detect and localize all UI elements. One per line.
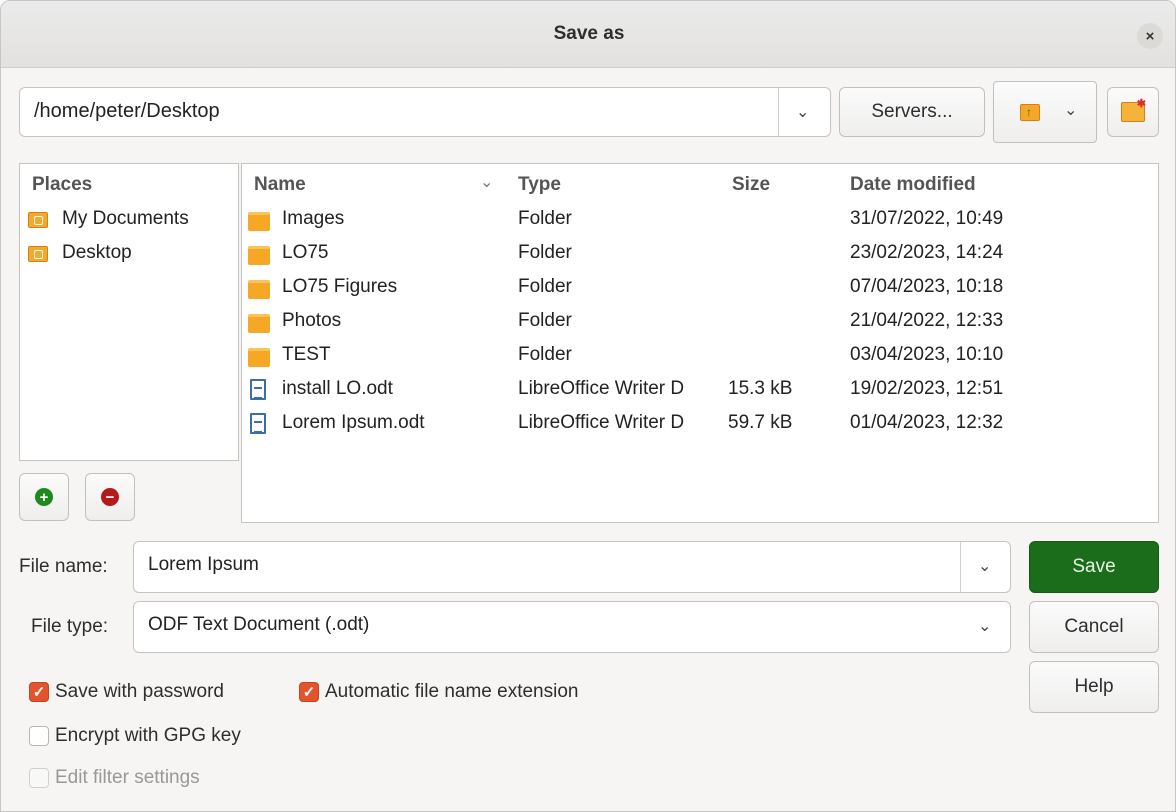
- folder-icon: [248, 280, 270, 299]
- folder-icon: [248, 348, 270, 367]
- checkbox-label: Edit filter settings: [55, 767, 200, 788]
- add-icon: +: [35, 488, 53, 506]
- checkbox-box: [29, 768, 49, 788]
- encrypt-gpg-checkbox[interactable]: Encrypt with GPG key: [29, 725, 241, 747]
- file-row[interactable]: TEST Folder 03/04/2023, 10:10: [242, 338, 1158, 372]
- chevron-down-icon[interactable]: ⌄: [796, 102, 809, 122]
- folder-up-dropdown[interactable]: ↑ ⌄: [993, 81, 1097, 143]
- save-button[interactable]: Save: [1029, 541, 1159, 593]
- chevron-down-icon[interactable]: ⌄: [978, 556, 991, 576]
- file-type: Folder: [518, 310, 572, 331]
- file-type: Folder: [518, 276, 572, 297]
- file-name-label: File name:: [19, 556, 108, 577]
- save-as-dialog: Save as × /home/peter/Desktop ⌄ Servers.…: [0, 0, 1176, 812]
- file-name: Images: [282, 208, 345, 229]
- file-row[interactable]: install LO.odt LibreOffice Writer D 15.3…: [242, 372, 1158, 406]
- file-type-value: ODF Text Document (.odt): [148, 614, 370, 635]
- file-row[interactable]: LO75 Figures Folder 07/04/2023, 10:18: [242, 270, 1158, 304]
- file-type-select[interactable]: ODF Text Document (.odt) ⌄: [133, 601, 1011, 653]
- file-size: 59.7 kB: [728, 412, 793, 433]
- new-folder-icon: ✱: [1121, 98, 1146, 122]
- file-row[interactable]: Photos Folder 21/04/2022, 12:33: [242, 304, 1158, 338]
- column-header-name[interactable]: Name: [254, 174, 306, 196]
- file-row[interactable]: Images Folder 31/07/2022, 10:49: [242, 202, 1158, 236]
- document-icon: [250, 413, 266, 434]
- place-item[interactable]: Desktop: [20, 236, 238, 270]
- checkbox-label: Encrypt with GPG key: [55, 725, 241, 746]
- file-size: 15.3 kB: [728, 378, 793, 399]
- file-date: 23/02/2023, 14:24: [850, 242, 1004, 263]
- document-icon: [250, 379, 266, 400]
- file-type: LibreOffice Writer D: [518, 378, 685, 399]
- file-type: LibreOffice Writer D: [518, 412, 685, 433]
- places-header: Places: [32, 174, 93, 195]
- place-item[interactable]: My Documents: [20, 202, 238, 236]
- separator: [778, 88, 779, 136]
- file-date: 01/04/2023, 12:32: [850, 412, 1004, 433]
- auto-extension-checkbox[interactable]: ✓ Automatic file name extension: [299, 681, 578, 703]
- chevron-down-icon: ⌄: [1064, 102, 1078, 119]
- file-type-label: File type:: [31, 616, 109, 637]
- dialog-title: Save as: [553, 23, 625, 44]
- add-place-button[interactable]: +: [19, 473, 69, 521]
- place-label: Desktop: [62, 242, 132, 263]
- checkbox-box: [29, 726, 49, 746]
- close-icon: ×: [1145, 27, 1155, 45]
- file-name: Photos: [282, 310, 342, 331]
- folder-icon: [248, 246, 270, 265]
- place-folder-icon: [28, 212, 48, 228]
- file-date: 31/07/2022, 10:49: [850, 208, 1004, 229]
- file-date: 03/04/2023, 10:10: [850, 344, 1004, 365]
- file-type: Folder: [518, 344, 572, 365]
- folder-icon: [248, 314, 270, 333]
- places-panel: Places My Documents Desktop: [19, 163, 239, 461]
- folder-up-icon: ↑: [1020, 104, 1040, 121]
- path-combobox[interactable]: /home/peter/Desktop ⌄: [19, 87, 831, 137]
- file-name: TEST: [282, 344, 331, 365]
- close-button[interactable]: ×: [1137, 23, 1163, 49]
- file-date: 07/04/2023, 10:18: [850, 276, 1004, 297]
- chevron-down-icon[interactable]: ⌄: [978, 616, 991, 636]
- edit-filter-checkbox: Edit filter settings: [29, 767, 200, 789]
- column-header-date[interactable]: Date modified: [850, 174, 976, 196]
- place-folder-icon: [28, 246, 48, 262]
- checkbox-label: Save with password: [55, 681, 224, 702]
- save-with-password-checkbox[interactable]: ✓ Save with password: [29, 681, 224, 703]
- file-name-combobox[interactable]: Lorem Ipsum ⌄: [133, 541, 1011, 593]
- file-date: 21/04/2022, 12:33: [850, 310, 1004, 331]
- file-name: Lorem Ipsum.odt: [282, 412, 425, 433]
- checkbox-label: Automatic file name extension: [325, 681, 579, 702]
- file-name-input[interactable]: Lorem Ipsum: [148, 554, 259, 576]
- folder-icon: [248, 212, 270, 231]
- servers-button[interactable]: Servers...: [839, 87, 985, 137]
- file-list: Name ⌄ Type Size Date modified Images Fo…: [241, 163, 1159, 523]
- current-path: /home/peter/Desktop: [34, 100, 220, 122]
- column-header-size[interactable]: Size: [732, 174, 770, 196]
- sort-chevron-icon[interactable]: ⌄: [480, 172, 493, 192]
- separator: [960, 542, 961, 592]
- remove-place-button[interactable]: −: [85, 473, 135, 521]
- cancel-button[interactable]: Cancel: [1029, 601, 1159, 653]
- remove-icon: −: [101, 488, 119, 506]
- help-button[interactable]: Help: [1029, 661, 1159, 713]
- file-type: Folder: [518, 208, 572, 229]
- title-bar: Save as ×: [1, 1, 1175, 68]
- file-name: LO75: [282, 242, 329, 263]
- checkmark-icon: ✓: [299, 682, 319, 702]
- new-folder-button[interactable]: ✱: [1107, 87, 1159, 137]
- file-name: install LO.odt: [282, 378, 393, 399]
- place-label: My Documents: [62, 208, 189, 229]
- file-name: LO75 Figures: [282, 276, 398, 297]
- column-header-type[interactable]: Type: [518, 174, 561, 196]
- file-row[interactable]: Lorem Ipsum.odt LibreOffice Writer D 59.…: [242, 406, 1158, 440]
- file-type: Folder: [518, 242, 572, 263]
- file-row[interactable]: LO75 Folder 23/02/2023, 14:24: [242, 236, 1158, 270]
- file-date: 19/02/2023, 12:51: [850, 378, 1004, 399]
- checkmark-icon: ✓: [29, 682, 49, 702]
